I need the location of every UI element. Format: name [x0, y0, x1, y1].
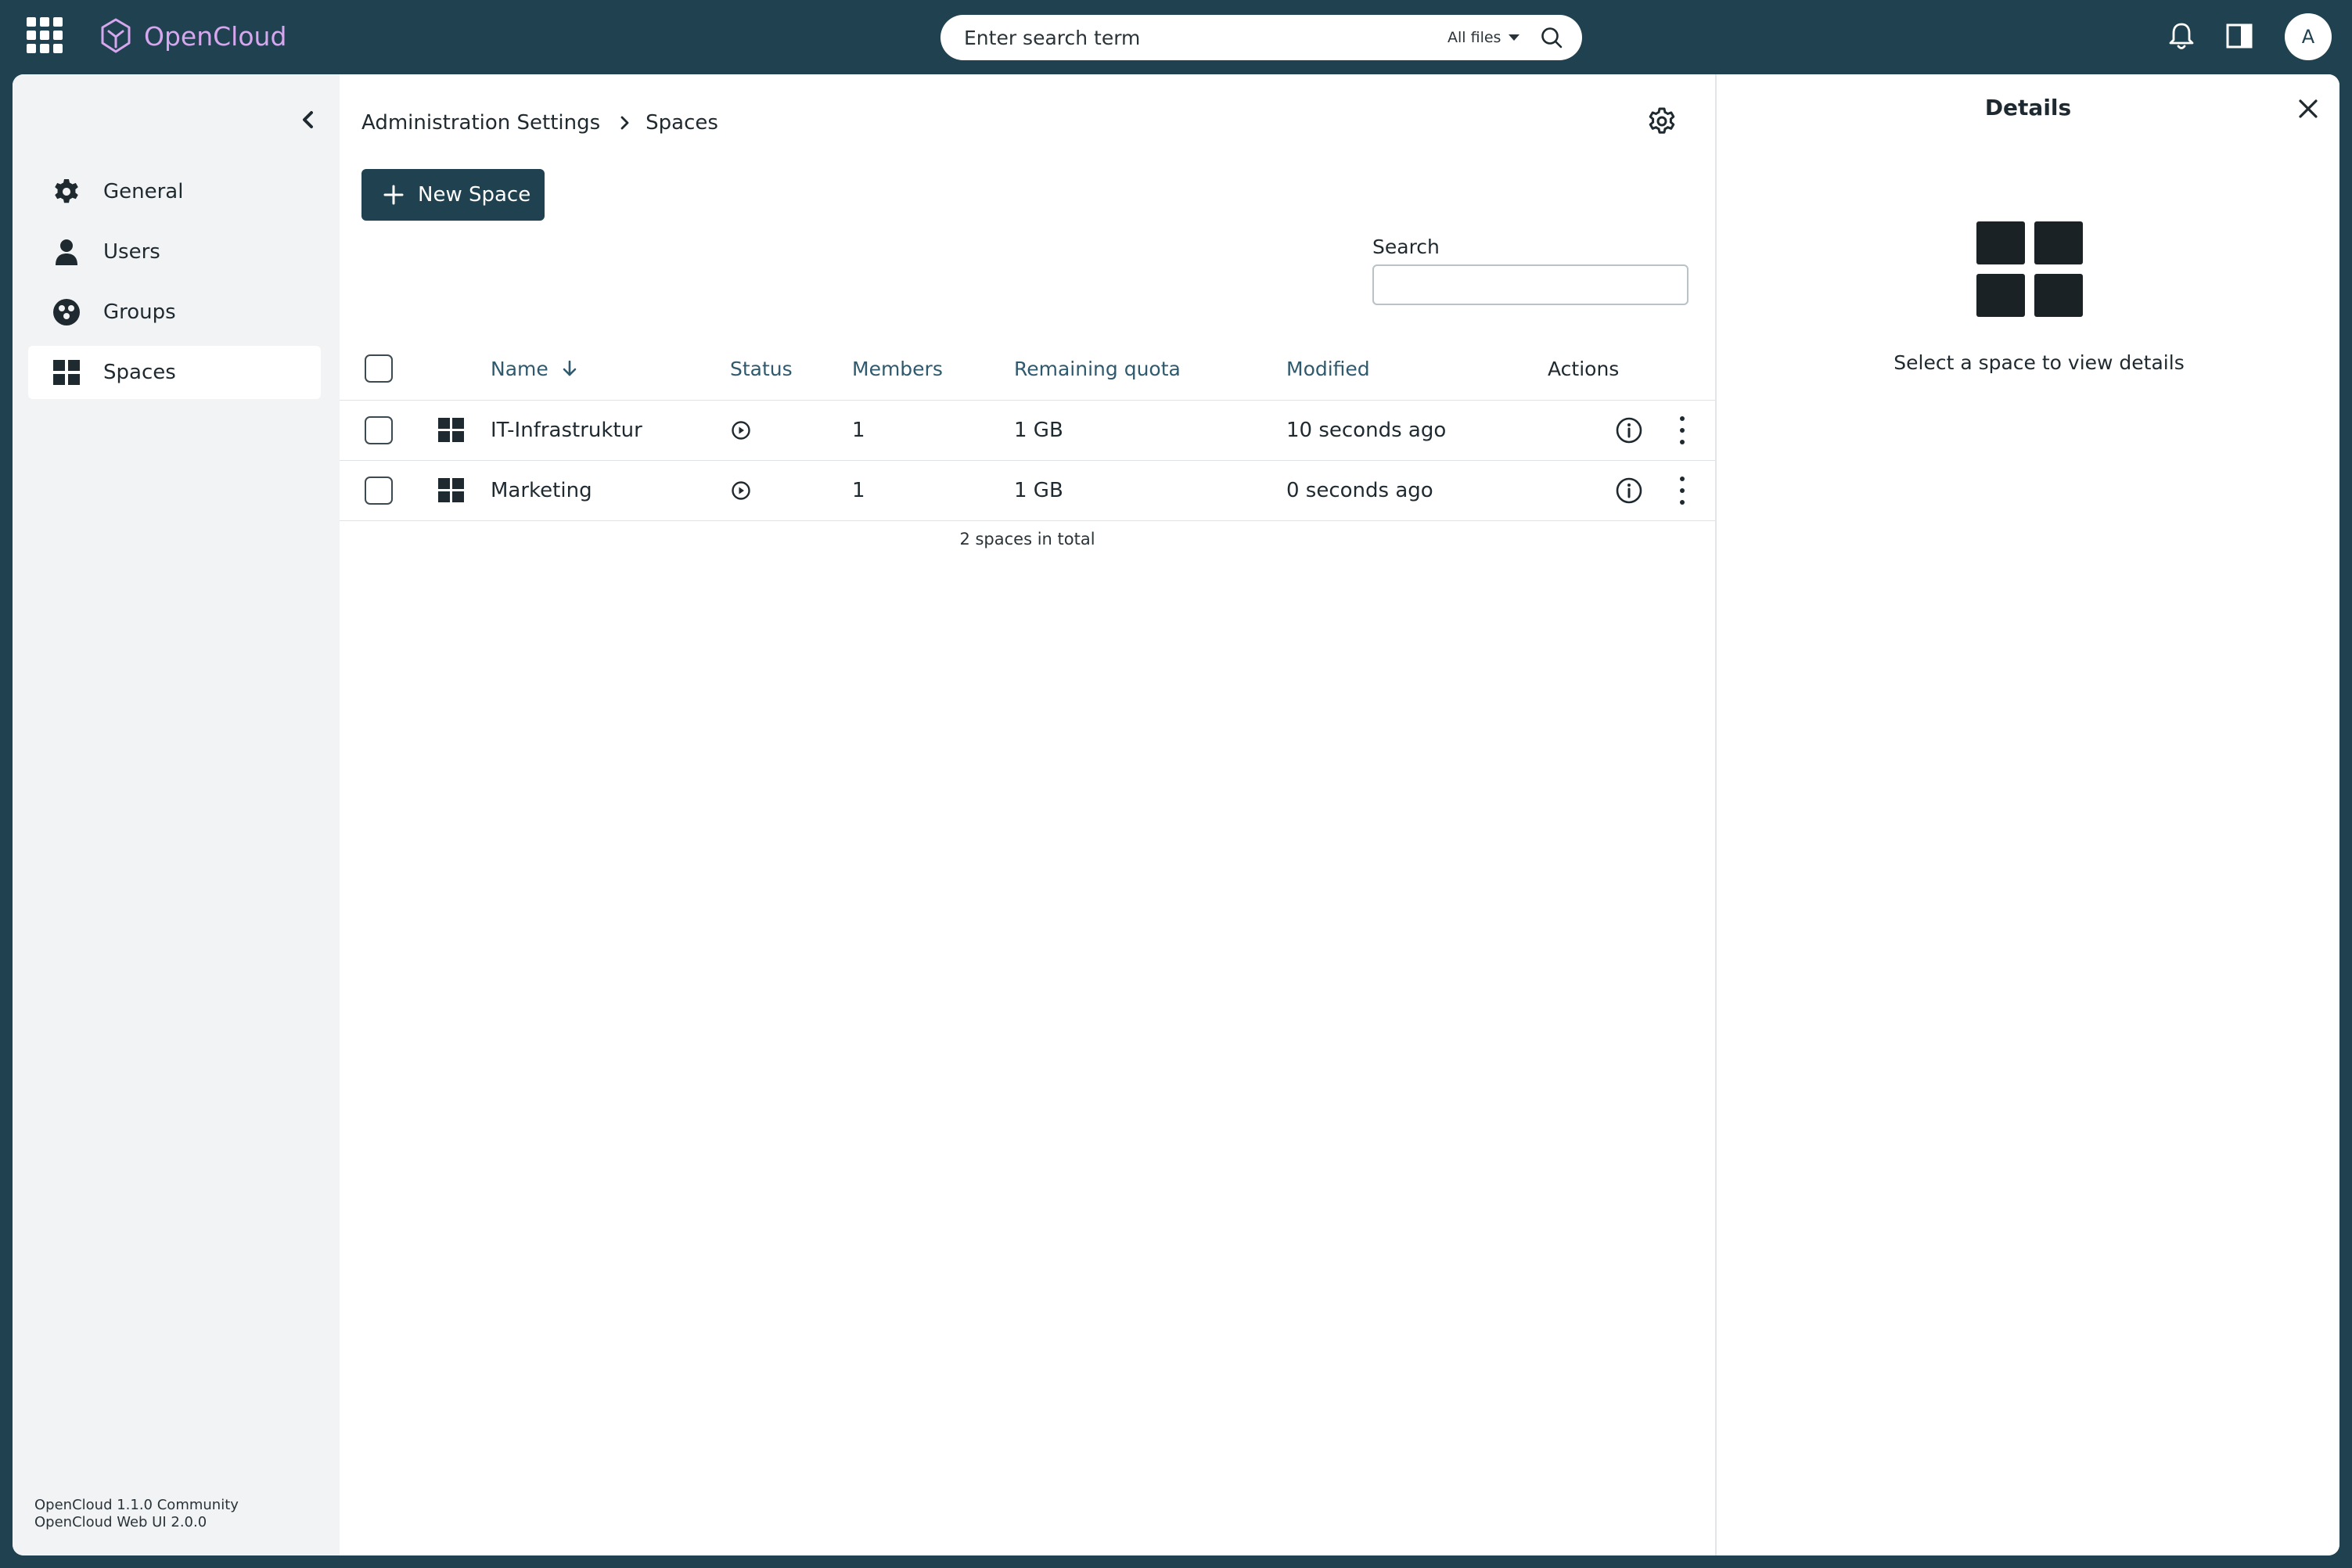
search-scope-label: All files	[1448, 29, 1501, 46]
spaces-total: 2 spaces in total	[959, 530, 1095, 548]
space-grid-icon	[438, 418, 464, 442]
play-circle-icon	[732, 481, 750, 500]
info-cell	[1615, 461, 1643, 520]
column-header-label: Name	[491, 357, 548, 380]
sidebar-item-groups[interactable]: Groups	[28, 286, 321, 339]
row-select-cell	[365, 461, 393, 520]
table-row[interactable]: Marketing 1 1 GB 0 seconds ago	[340, 461, 1715, 521]
kebab-cell	[1678, 461, 1686, 520]
grid-icon	[52, 358, 81, 387]
status-cell	[731, 461, 751, 520]
avatar[interactable]: A	[2285, 13, 2332, 60]
main-content: Administration Settings Spaces New Space…	[340, 74, 1715, 1555]
version-info: OpenCloud 1.1.0 Community OpenCloud Web …	[34, 1497, 239, 1531]
table-header: Name Status Members Remaining quota Modi…	[340, 337, 1715, 401]
column-header-name[interactable]: Name	[491, 337, 578, 400]
gear-icon	[52, 177, 81, 207]
filter-label: Search	[1372, 236, 1440, 258]
sidebar-item-users[interactable]: Users	[28, 225, 321, 279]
spaces-grid-icon	[1976, 221, 2083, 317]
members-count: 1	[852, 479, 865, 502]
chevron-left-icon[interactable]	[294, 106, 322, 134]
column-header-actions: Actions	[1548, 357, 1620, 380]
user-icon	[52, 237, 81, 267]
version-line: OpenCloud 1.1.0 Community	[34, 1497, 239, 1513]
search-icon[interactable]	[1538, 24, 1565, 51]
sidebar: General Users Groups Spaces OpenCloud 1.…	[13, 74, 340, 1555]
modified-time: 10 seconds ago	[1286, 419, 1447, 442]
caret-down-icon	[1509, 34, 1520, 41]
breadcrumb: Administration Settings Spaces	[361, 107, 718, 138]
space-type-cell	[438, 401, 465, 460]
space-type-cell	[438, 461, 465, 520]
space-name[interactable]: IT-Infrastruktur	[491, 401, 642, 460]
breadcrumb-current: Spaces	[646, 111, 718, 135]
details-title: Details	[1984, 95, 2072, 120]
details-empty-message: Select a space to view details	[1893, 351, 2185, 374]
close-icon[interactable]	[2296, 96, 2321, 121]
group-icon	[52, 297, 81, 327]
space-grid-icon	[438, 478, 464, 502]
remaining-quota: 1 GB	[1014, 419, 1063, 442]
app-name: OpenCloud	[144, 20, 287, 52]
settings-gear-icon[interactable]	[1646, 106, 1678, 137]
sidebar-item-label: Spaces	[103, 361, 176, 384]
modified-time: 0 seconds ago	[1286, 479, 1433, 502]
search-input[interactable]	[962, 21, 1372, 54]
sidebar-item-label: Groups	[103, 300, 176, 324]
details-panel: Details Select a space to view details	[1715, 74, 2339, 1555]
breadcrumb-parent[interactable]: Administration Settings	[361, 111, 600, 135]
sidebar-item-general[interactable]: General	[28, 165, 321, 218]
column-header-members[interactable]: Members	[852, 337, 943, 400]
row-checkbox[interactable]	[365, 416, 393, 444]
app-shell: General Users Groups Spaces OpenCloud 1.…	[13, 74, 2339, 1555]
sidebar-item-label: Users	[103, 240, 160, 264]
more-vertical-icon[interactable]	[1678, 477, 1686, 505]
status-cell	[731, 401, 751, 460]
global-search: All files	[940, 15, 1582, 60]
select-all-cell	[365, 337, 393, 400]
search-scope-dropdown[interactable]: All files	[1448, 15, 1520, 60]
row-select-cell	[365, 401, 393, 460]
version-line: OpenCloud Web UI 2.0.0	[34, 1514, 207, 1530]
space-name[interactable]: Marketing	[491, 461, 592, 520]
sidebar-item-spaces[interactable]: Spaces	[28, 346, 321, 399]
kebab-cell	[1678, 401, 1686, 460]
sidebar-item-label: General	[103, 180, 184, 203]
logo[interactable]: OpenCloud	[99, 14, 286, 58]
remaining-quota: 1 GB	[1014, 479, 1063, 502]
info-icon[interactable]	[1615, 416, 1643, 444]
table-row[interactable]: IT-Infrastruktur 1 1 GB 10 seconds ago	[340, 401, 1715, 461]
plus-icon	[383, 185, 404, 205]
info-icon[interactable]	[1615, 477, 1643, 505]
new-space-button[interactable]: New Space	[361, 169, 545, 221]
play-circle-icon	[732, 421, 750, 440]
more-vertical-icon[interactable]	[1678, 416, 1686, 444]
members-count: 1	[852, 419, 865, 442]
column-header-modified[interactable]: Modified	[1286, 337, 1370, 400]
new-space-label: New Space	[418, 183, 531, 207]
top-bar: OpenCloud All files A	[0, 0, 2352, 74]
select-all-checkbox[interactable]	[365, 354, 393, 383]
chevron-right-icon	[620, 116, 629, 130]
app-switcher-icon[interactable]	[27, 17, 63, 53]
info-cell	[1615, 401, 1643, 460]
sidebar-toggle-icon[interactable]	[2222, 19, 2257, 53]
column-header-status[interactable]: Status	[730, 337, 793, 400]
row-checkbox[interactable]	[365, 477, 393, 505]
arrow-down-icon	[563, 360, 577, 376]
column-header-quota[interactable]: Remaining quota	[1014, 337, 1181, 400]
spaces-filter-input[interactable]	[1372, 264, 1688, 305]
opencloud-logo-icon	[101, 18, 131, 53]
bell-icon[interactable]	[2164, 19, 2199, 53]
